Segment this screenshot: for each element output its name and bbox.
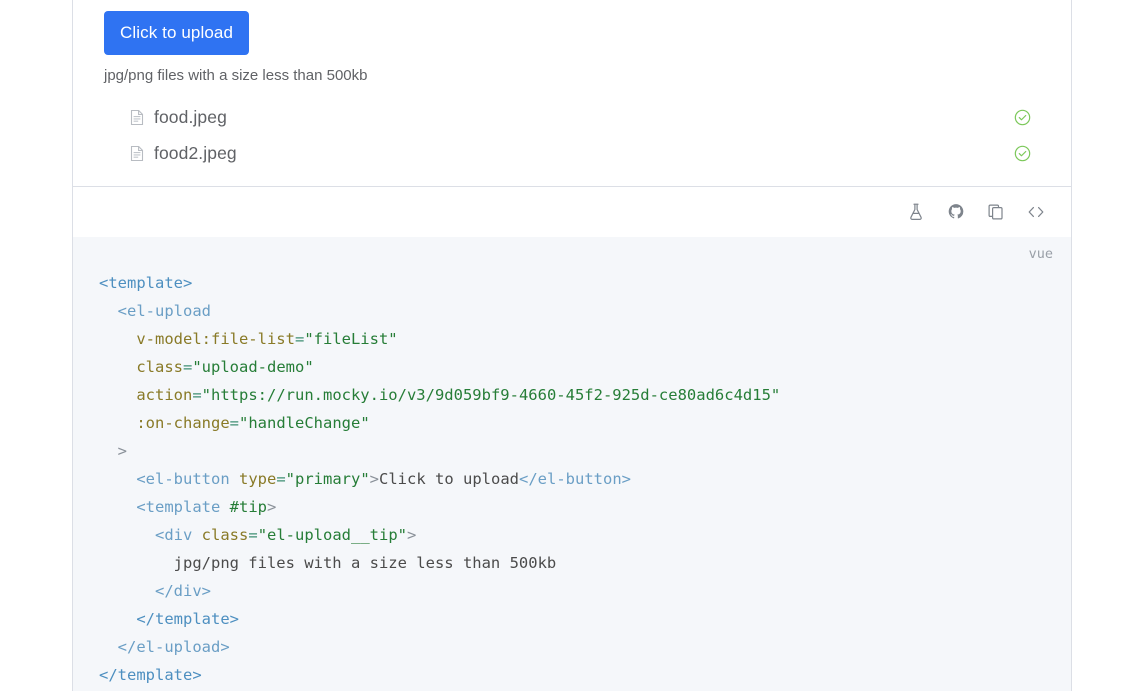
code-token-tip-slot: #tip — [230, 498, 267, 516]
code-token-onchange-attr: :on-change — [136, 414, 229, 432]
github-icon — [946, 202, 966, 222]
code-token-type-attr: type — [239, 470, 276, 488]
code-token-div-class-value: "el-upload__tip" — [258, 526, 407, 544]
code-token-el-button-open: <el-button — [136, 470, 229, 488]
playground-button[interactable] — [899, 195, 933, 229]
code-token-div-class-attr: class — [202, 526, 249, 544]
document-icon — [129, 145, 145, 162]
source-toolbar — [72, 187, 1072, 237]
playground-icon — [906, 202, 926, 222]
click-to-upload-button[interactable]: Click to upload — [104, 11, 249, 55]
code-token-el-upload-open: <el-upload — [118, 302, 211, 320]
code-token-div-close: </div> — [155, 582, 211, 600]
circle-check-icon — [1014, 145, 1031, 162]
code-token-template-tip-open: <template — [136, 498, 220, 516]
document-icon — [129, 109, 145, 126]
file-name: food2.jpeg — [154, 143, 1014, 164]
code-token-type-value: "primary" — [286, 470, 370, 488]
code-token-class-value: "upload-demo" — [192, 358, 313, 376]
code-token-vmodel-attr: v-model:file-list — [136, 330, 295, 348]
uploaded-file-list: food.jpeg food2.jpeg — [97, 99, 1049, 171]
view-source-button[interactable] — [1019, 195, 1053, 229]
code-token-tip-body: jpg/png files with a size less than 500k… — [174, 554, 557, 572]
upload-tip-text: jpg/png files with a size less than 500k… — [104, 67, 1047, 85]
code-token-template-close-outer: </template> — [99, 666, 202, 684]
code-token-div-open: <div — [155, 526, 192, 544]
source-code-block: vue <template> <el-upload v-model:file-l… — [72, 237, 1072, 691]
circle-check-icon — [1014, 109, 1031, 126]
code-token-onchange-value: "handleChange" — [239, 414, 370, 432]
source-code[interactable]: <template> <el-upload v-model:file-list=… — [73, 237, 1071, 689]
code-token-template-close-inner: </template> — [136, 610, 239, 628]
demo-preview-inner: Click to upload jpg/png files with a siz… — [73, 0, 1071, 171]
page-root: Click to upload jpg/png files with a siz… — [0, 0, 1144, 691]
list-item[interactable]: food.jpeg — [97, 99, 1049, 135]
copy-button[interactable] — [979, 195, 1013, 229]
code-token-vmodel-value: "fileList" — [304, 330, 397, 348]
code-token-el-button-close: </el-button> — [519, 470, 631, 488]
list-item[interactable]: food2.jpeg — [97, 135, 1049, 171]
code-token-gt: > — [118, 442, 127, 460]
github-button[interactable] — [939, 195, 973, 229]
code-token-el-upload-close: </el-upload> — [118, 638, 230, 656]
file-name: food.jpeg — [154, 107, 1014, 128]
demo-preview-block: Click to upload jpg/png files with a siz… — [72, 0, 1072, 187]
upload-component: Click to upload jpg/png files with a siz… — [97, 5, 1047, 171]
code-token-template-open: <template> — [99, 274, 192, 292]
code-icon — [1026, 202, 1046, 222]
language-label: vue — [1029, 246, 1053, 262]
copy-icon — [986, 202, 1006, 222]
code-token-action-value: "https://run.mocky.io/v3/9d059bf9-4660-4… — [202, 386, 781, 404]
code-token-button-text: Click to upload — [379, 470, 519, 488]
code-token-action-attr: action — [136, 386, 192, 404]
code-token-class-attr: class — [136, 358, 183, 376]
